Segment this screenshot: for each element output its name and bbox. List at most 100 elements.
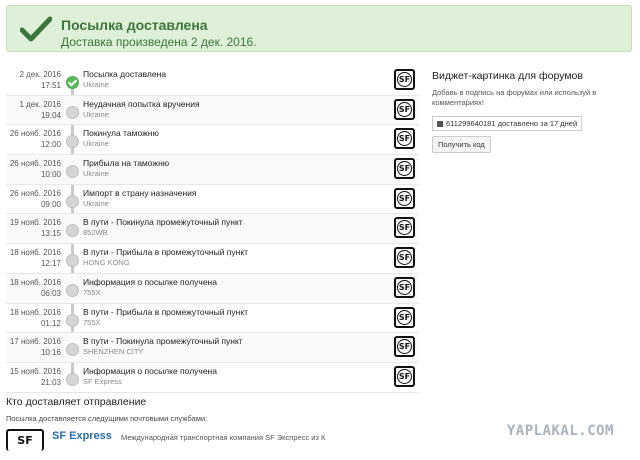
event-datetime: 26 нояб. 2016 12:00 xyxy=(6,128,61,150)
event-datetime: 18 нояб. 2016 12:17 xyxy=(6,247,61,269)
tracking-event-row: 1 дек. 2016 19:04 Неудачная попытка вручен… xyxy=(6,95,419,126)
event-status: Неудачная попытка вручения xyxy=(83,98,200,109)
tracking-event-row: 18 нояб. 2016 01:12 В пути - Прибыла в про… xyxy=(6,304,419,334)
event-location: Ukraine xyxy=(83,80,109,89)
event-datetime: 26 нояб. 2016 10:00 xyxy=(6,158,61,180)
event-date: 19 нояб. 2016 xyxy=(9,218,61,228)
carrier-description: Международная транспортная компания SF Э… xyxy=(121,433,326,442)
sf-carrier-icon: SF xyxy=(394,98,415,120)
event-datetime: 1 дек. 2016 19:04 xyxy=(6,99,61,121)
sf-carrier-icon-text: SF xyxy=(397,368,412,384)
event-status: Прибыла на таможню xyxy=(83,158,170,169)
widget-description: Добавь в подпись на форумах или использу… xyxy=(432,88,597,107)
event-time: 10:00 xyxy=(40,170,61,180)
delivered-banner: Посылка доставлена Доставка произведена … xyxy=(6,5,632,52)
sf-carrier-icon: SF xyxy=(394,276,415,298)
event-date: 26 нояб. 2016 xyxy=(9,159,61,169)
event-datetime: 18 нояб. 2016 01:12 xyxy=(6,307,61,329)
timeline-dot-icon xyxy=(66,343,79,357)
tracking-event-row: 18 нояб. 2016 06:03 Информация о посылке п… xyxy=(6,273,419,304)
sf-carrier-icon: SF xyxy=(394,306,415,328)
event-location: 755X xyxy=(83,317,101,327)
event-datetime: 2 дек. 2016 17:51 xyxy=(6,69,61,91)
sf-carrier-icon: SF xyxy=(394,128,415,150)
event-location: 852WB xyxy=(83,228,108,238)
widget-badge-preview: 611299640181 доставлено за 17 дней xyxy=(432,116,583,131)
event-time: 09:00 xyxy=(40,199,61,209)
badge-icon xyxy=(437,121,443,128)
carrier-heading: Кто доставляет отправление xyxy=(6,396,147,408)
event-date: 18 нояб. 2016 xyxy=(9,248,61,258)
event-time: 12:00 xyxy=(40,140,61,150)
event-date: 26 нояб. 2016 xyxy=(9,188,61,198)
sf-carrier-icon-text: SF xyxy=(397,339,412,355)
timeline-dot-icon xyxy=(66,313,79,327)
delivered-dot-icon xyxy=(66,76,79,89)
event-status: В пути - Прибыла в промежуточный пункт xyxy=(83,247,249,258)
banner-title: Посылка доставлена xyxy=(61,17,208,33)
event-status: В пути - Прибыла в промежуточный пункт xyxy=(83,306,249,317)
watermark: YAPLAKAL.COM xyxy=(506,423,614,439)
sf-carrier-icon: SF xyxy=(394,158,415,180)
event-time: 17:51 xyxy=(40,81,61,90)
sf-carrier-icon: SF xyxy=(394,187,415,209)
timeline-dot-icon xyxy=(66,372,79,386)
event-location: SF Express xyxy=(83,376,122,386)
event-datetime: 19 нояб. 2016 13:15 xyxy=(6,217,61,239)
event-location: Ukraine xyxy=(83,109,109,119)
event-time: 10:16 xyxy=(40,348,61,358)
badge-text: 611299640181 доставлено за 17 дней xyxy=(446,119,578,128)
event-status: В пути - Покинула промежуточный пункт xyxy=(83,217,243,228)
event-datetime: 26 нояб. 2016 09:00 xyxy=(6,188,61,210)
banner-subtitle: Доставка произведена 2 дек. 2016. xyxy=(61,35,257,49)
event-status: Информация о посылке получена xyxy=(83,276,217,287)
tracking-event-row: 26 нояб. 2016 09:00 Импорт в страну назнач… xyxy=(6,185,419,215)
sf-carrier-icon: SF xyxy=(394,247,415,269)
timeline-dot-icon xyxy=(66,105,79,119)
sf-carrier-icon-text: SF xyxy=(397,72,412,87)
event-status: Импорт в страну назначения xyxy=(83,187,197,198)
sf-carrier-icon-text: SF xyxy=(397,131,412,147)
sf-carrier-icon-text: SF xyxy=(397,309,412,325)
tracking-timeline: 2 дек. 2016 17:51 Посылка доставлена Ukrain… xyxy=(6,66,419,393)
sf-carrier-icon-text: SF xyxy=(397,190,412,206)
event-location: Ukraine xyxy=(83,139,109,149)
timeline-dot-icon xyxy=(66,165,79,179)
event-time: 06:03 xyxy=(40,288,61,298)
event-datetime: 17 нояб. 2016 10:16 xyxy=(6,336,61,358)
sf-carrier-icon-text: SF xyxy=(397,220,412,236)
event-date: 18 нояб. 2016 xyxy=(9,277,61,287)
event-datetime: 15 нояб. 2016 21:03 xyxy=(6,366,61,388)
event-status: Информация о посылке получена xyxy=(83,365,217,376)
forum-widget: Виджет-картинка для форумов Добавь в под… xyxy=(432,70,632,153)
event-time: 01:12 xyxy=(40,318,61,328)
timeline-dot-icon xyxy=(66,254,79,268)
sf-carrier-icon: SF xyxy=(394,336,415,358)
sf-carrier-icon-text: SF xyxy=(397,101,412,117)
sf-carrier-icon-text: SF xyxy=(397,161,412,177)
event-time: 21:03 xyxy=(40,377,61,387)
event-status: Покинула таможню xyxy=(83,128,159,139)
event-location: SHENZHEN CITY xyxy=(83,347,144,357)
tracking-event-row: 2 дек. 2016 17:51 Посылка доставлена Ukrain… xyxy=(6,66,419,96)
event-datetime: 18 нояб. 2016 06:03 xyxy=(6,277,61,299)
tracking-event-row: 19 нояб. 2016 13:15 В пути - Покинула пром… xyxy=(6,214,419,245)
timeline-dot-icon xyxy=(66,283,79,297)
tracking-event-row: 18 нояб. 2016 12:17 В пути - Прибыла в про… xyxy=(6,244,419,274)
sf-carrier-icon: SF xyxy=(394,69,415,90)
event-time: 12:17 xyxy=(40,259,61,269)
event-date: 15 нояб. 2016 xyxy=(9,366,61,376)
carrier-subheading: Посылка доставляется следущими почтовыми… xyxy=(6,414,208,423)
event-status: Посылка доставлена xyxy=(83,69,167,79)
carrier-name-link[interactable]: SF Express xyxy=(52,430,112,442)
event-date: 18 нояб. 2016 xyxy=(9,307,61,317)
event-date: 1 дек. 2016 xyxy=(19,99,61,109)
tracking-event-row: 15 нояб. 2016 21:03 Информация о посылке п… xyxy=(6,363,419,393)
tracking-event-row: 17 нояб. 2016 10:16 В пути - Покинула пром… xyxy=(6,333,419,363)
sf-carrier-icon-text: SF xyxy=(397,279,412,295)
sf-carrier-icon-text: SF xyxy=(397,250,412,266)
event-location: Ukraine xyxy=(83,169,109,179)
event-date: 2 дек. 2016 xyxy=(19,70,61,79)
get-code-button[interactable]: Получить код xyxy=(432,136,491,153)
event-status: В пути - Покинула промежуточный пункт xyxy=(83,336,243,347)
